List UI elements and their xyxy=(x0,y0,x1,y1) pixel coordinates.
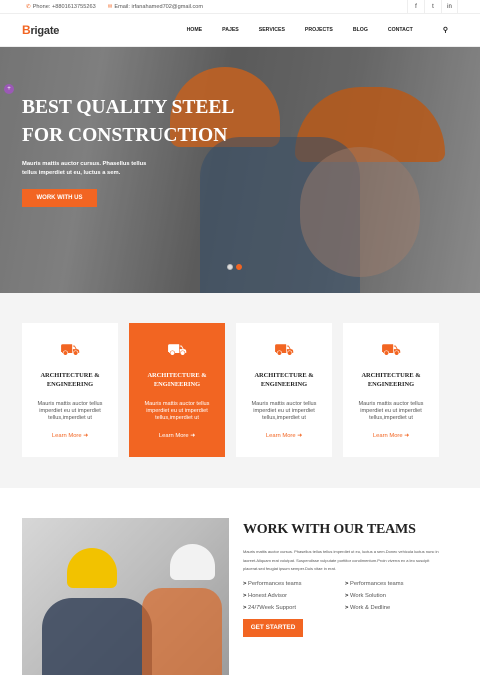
email-text: Email: irfanahamed702@gmail.com xyxy=(114,3,204,10)
services-section: ⛟ ARCHITECTURE & ENGINEERING Mauris matt… xyxy=(0,293,480,488)
service-text: Mauris mattis auctor tellus imperdiet eu… xyxy=(251,401,317,421)
service-title: ARCHITECTURE & ENGINEERING xyxy=(361,372,421,388)
work-content: WORK WITH OUR TEAMS Mauris mattis auctor… xyxy=(243,518,453,637)
work-with-us-button[interactable]: WORK WITH US xyxy=(22,189,97,207)
arrow-right-icon: ➜ xyxy=(297,433,303,440)
learn-more-label: Learn More xyxy=(51,433,82,440)
arrow-right-icon: ➜ xyxy=(83,433,89,440)
nav-menu: HOME PAJES SERVICES PROJECTS BLOG CONTAC… xyxy=(177,26,458,34)
envelope-icon: ✉ xyxy=(107,3,113,10)
search-icon[interactable]: ⚲ xyxy=(433,26,458,34)
photo-helmet-yellow xyxy=(67,548,117,588)
ambulance-icon: ⛟ xyxy=(59,342,81,359)
nav-item-projects[interactable]: PROJECTS xyxy=(295,27,343,33)
hero-slider: + BEST QUALITY STEEL FOR CONSTRUCTION Ma… xyxy=(0,47,480,293)
nav-item-contact[interactable]: CONTACT xyxy=(378,27,423,33)
service-card: ⛟ ARCHITECTURE & ENGINEERING Mauris matt… xyxy=(236,323,332,457)
hero-subtitle: Mauris mattis auctor cursus. Phasellus t… xyxy=(22,161,147,176)
arrow-right-icon: ➜ xyxy=(404,433,410,440)
slider-dots xyxy=(227,264,242,270)
list-item: > Work & Dedline xyxy=(345,604,391,611)
learn-more-label: Learn More xyxy=(372,433,403,440)
photo-person-1 xyxy=(42,598,152,675)
phone-info[interactable]: ✆ Phone: +8801613755263 xyxy=(26,4,96,10)
nav-item-home[interactable]: HOME xyxy=(177,27,213,33)
learn-more-label: Learn More xyxy=(158,433,189,440)
learn-more-link[interactable]: Learn More ➜ xyxy=(129,433,225,439)
get-started-button[interactable]: GET STARTED xyxy=(243,618,303,637)
service-text: Mauris mattis auctor tellus imperdiet eu… xyxy=(37,401,103,421)
logo[interactable]: Brigate xyxy=(22,23,59,37)
plus-icon[interactable]: + xyxy=(4,84,14,94)
slider-dot-2[interactable] xyxy=(236,264,242,270)
learn-more-link[interactable]: Learn More ➜ xyxy=(343,433,439,439)
learn-more-link[interactable]: Learn More ➜ xyxy=(22,433,118,439)
ambulance-icon: ⛟ xyxy=(380,342,402,359)
work-section: WORK WITH OUR TEAMS Mauris mattis auctor… xyxy=(0,488,480,675)
social-links: f t in xyxy=(407,0,458,14)
linkedin-icon[interactable]: in xyxy=(441,0,458,14)
service-text: Mauris mattis auctor tellus imperdiet eu… xyxy=(358,401,424,421)
slider-dot-1[interactable] xyxy=(227,264,233,270)
learn-more-link[interactable]: Learn More ➜ xyxy=(236,433,332,439)
service-title: ARCHITECTURE & ENGINEERING xyxy=(147,372,207,388)
phone-icon: ✆ xyxy=(26,3,31,10)
logo-text: rigate xyxy=(30,25,60,37)
ambulance-icon: ⛟ xyxy=(166,342,188,359)
list-item: > Performances teams xyxy=(345,580,404,587)
email-info[interactable]: ✉ Email: irfanahamed702@gmail.com xyxy=(108,4,203,10)
phone-text: Phone: +8801613755263 xyxy=(32,3,96,10)
arrow-right-icon: ➜ xyxy=(190,433,196,440)
team-photo xyxy=(22,518,229,675)
photo-helmet-white xyxy=(170,544,215,580)
service-text: Mauris mattis auctor tellus imperdiet eu… xyxy=(144,401,210,421)
top-bar: ✆ Phone: +8801613755263 ✉ Email: irfanaham… xyxy=(0,0,480,14)
photo-person-2 xyxy=(142,588,222,675)
service-card-active: ⛟ ARCHITECTURE & ENGINEERING Mauris matt… xyxy=(129,323,225,457)
twitter-icon[interactable]: t xyxy=(424,0,441,14)
facebook-icon[interactable]: f xyxy=(407,0,424,14)
hero-title: BEST QUALITY STEEL FOR CONSTRUCTION xyxy=(22,97,234,146)
main-nav: Brigate HOME PAJES SERVICES PROJECTS BLO… xyxy=(0,14,480,47)
service-card: ⛟ ARCHITECTURE & ENGINEERING Mauris matt… xyxy=(22,323,118,457)
nav-item-pajes[interactable]: PAJES xyxy=(212,27,249,33)
nav-item-blog[interactable]: BLOG xyxy=(343,27,378,33)
ambulance-icon: ⛟ xyxy=(273,342,295,359)
work-title: WORK WITH OUR TEAMS xyxy=(243,522,416,537)
list-item: > Performances teams xyxy=(243,580,302,587)
list-item: > Work Solution xyxy=(345,592,386,599)
service-title: ARCHITECTURE & ENGINEERING xyxy=(40,372,100,388)
service-title: ARCHITECTURE & ENGINEERING xyxy=(254,372,314,388)
contact-info: ✆ Phone: +8801613755263 ✉ Email: irfanaham… xyxy=(26,4,203,10)
list-item: > 24/7Week Support xyxy=(243,604,296,611)
list-item: > Honest Advisor xyxy=(243,592,288,599)
nav-item-services[interactable]: SERVICES xyxy=(249,27,295,33)
work-text: Mauris mattis auctor cursus. Phasellus t… xyxy=(243,549,439,571)
service-card: ⛟ ARCHITECTURE & ENGINEERING Mauris matt… xyxy=(343,323,439,457)
learn-more-label: Learn More xyxy=(265,433,296,440)
feature-list: > Performances teams > Performances team… xyxy=(243,581,453,611)
